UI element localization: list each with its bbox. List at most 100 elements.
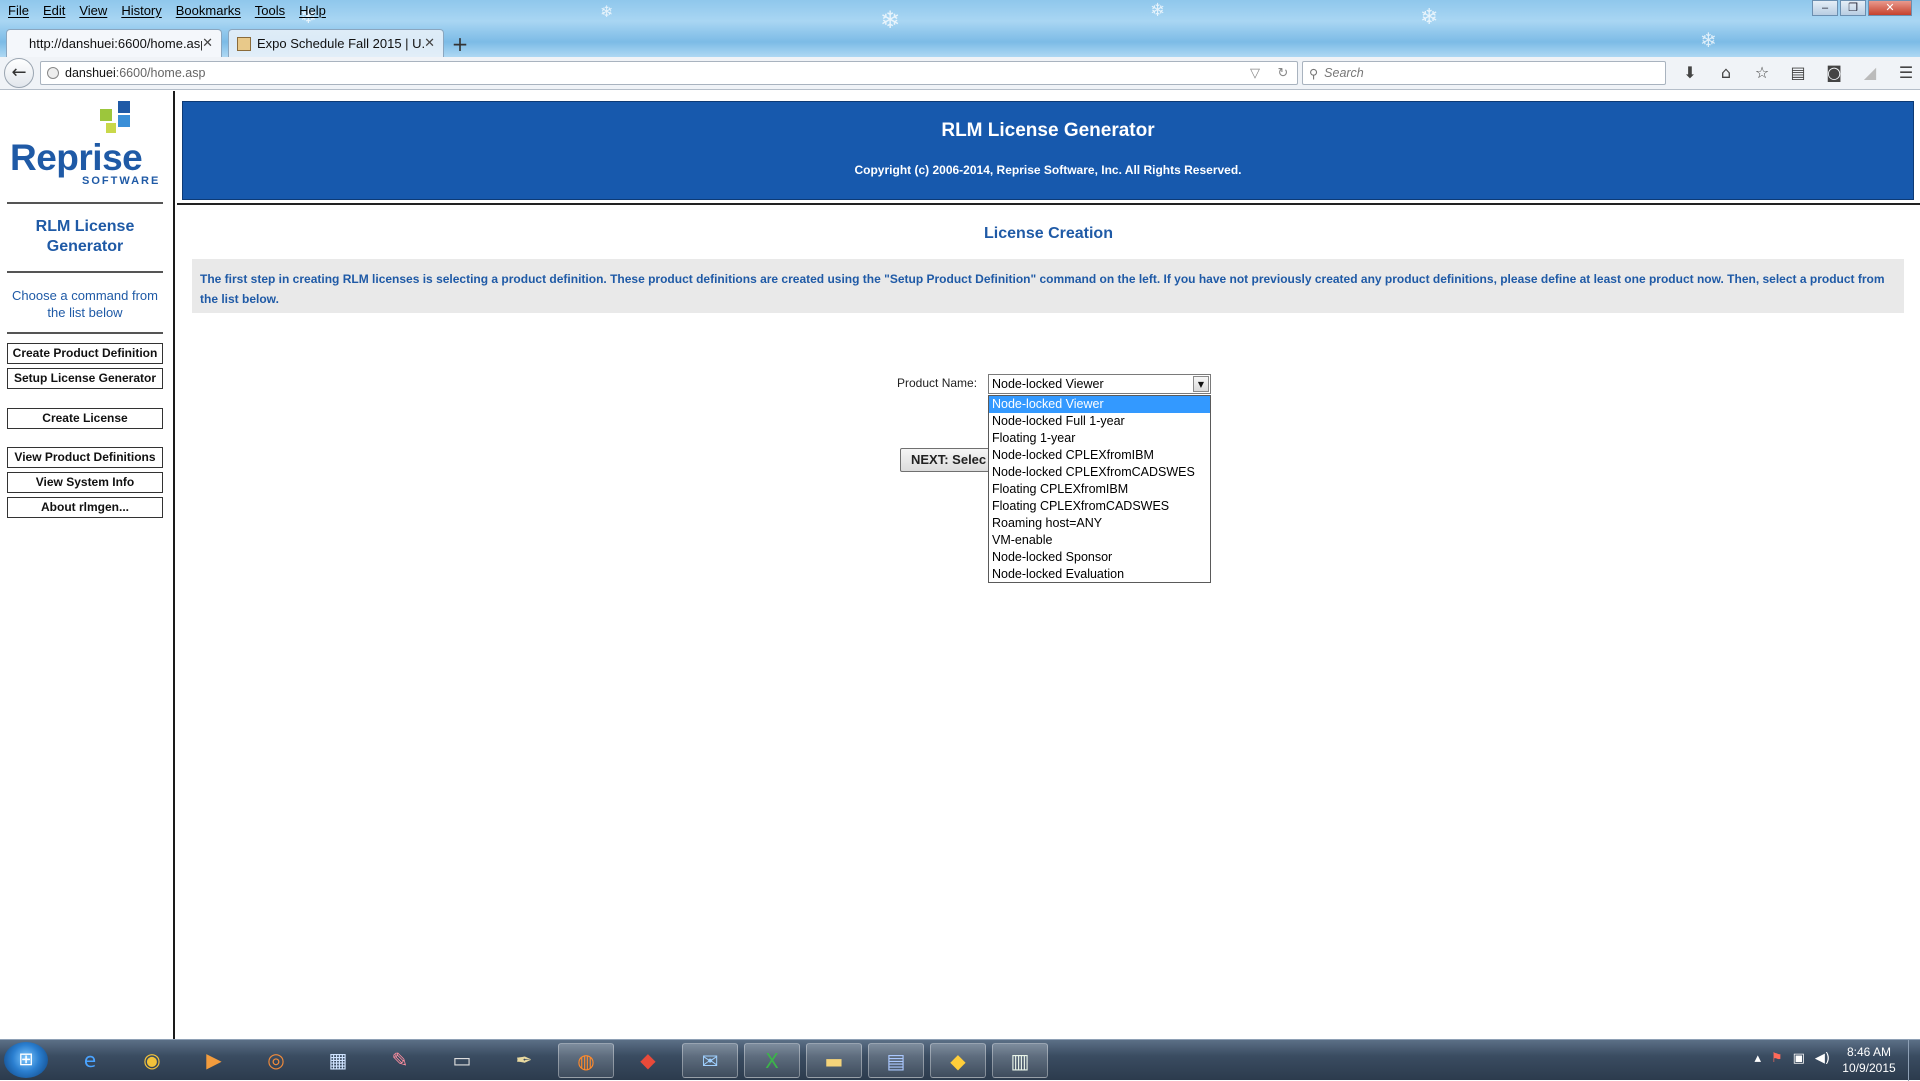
- menu-tools[interactable]: Tools: [255, 3, 285, 18]
- dropdown-option[interactable]: Floating 1-year: [989, 430, 1210, 447]
- home-icon[interactable]: ⌂: [1712, 61, 1740, 85]
- new-tab-button[interactable]: +: [446, 33, 474, 57]
- logo-square: [118, 101, 130, 113]
- dropdown-option[interactable]: Node-locked CPLEXfromIBM: [989, 447, 1210, 464]
- snowflake-decoration: ❄: [1150, 0, 1166, 21]
- product-name-select[interactable]: Node-locked Viewer ▼: [988, 374, 1211, 394]
- menu-file[interactable]: File: [8, 3, 29, 18]
- download-icon[interactable]: ⬇: [1676, 61, 1704, 85]
- minimize-button[interactable]: –: [1812, 0, 1838, 16]
- menu-bookmarks[interactable]: Bookmarks: [176, 3, 241, 18]
- banner-title: RLM License Generator: [941, 120, 1155, 141]
- back-arrow-icon[interactable]: ←: [4, 58, 34, 88]
- cube-app-icon[interactable]: ◆: [930, 1043, 986, 1078]
- internet-explorer-icon[interactable]: e: [62, 1043, 118, 1078]
- product-dropdown-list: Node-locked Viewer Node-locked Full 1-ye…: [988, 395, 1211, 583]
- dropdown-option[interactable]: Floating CPLEXfromCADSWES: [989, 498, 1210, 515]
- maximize-button[interactable]: ❐: [1840, 0, 1866, 16]
- document-viewer-icon[interactable]: ▤: [868, 1043, 924, 1078]
- bookmark-star-icon[interactable]: ☆: [1748, 61, 1776, 85]
- chevron-down-icon[interactable]: ▼: [1193, 376, 1209, 392]
- favicon-icon: [237, 36, 251, 51]
- snowflake-decoration: ❄: [1700, 28, 1717, 52]
- show-desktop-button[interactable]: [1908, 1040, 1920, 1081]
- spreadsheet-app-icon[interactable]: ▥: [992, 1043, 1048, 1078]
- tab-label: Expo Schedule Fall 2015 | U...: [257, 36, 425, 51]
- url-bar[interactable]: danshuei:6600/home.asp ▽ ↻: [40, 61, 1298, 85]
- clock-date: 10/9/2015: [1842, 1061, 1896, 1075]
- action-center-flag-icon[interactable]: ⚑: [1771, 1051, 1783, 1066]
- volume-icon[interactable]: ◀): [1815, 1051, 1830, 1066]
- divider: [7, 332, 163, 334]
- logo-square: [118, 115, 130, 127]
- menu-view[interactable]: View: [79, 3, 107, 18]
- create-product-definition-button[interactable]: Create Product Definition: [7, 343, 163, 364]
- dropdown-option[interactable]: Node-locked Sponsor: [989, 549, 1210, 566]
- sidebar-title: RLM License Generator: [35, 218, 135, 255]
- about-rlmgen-button[interactable]: About rlmgen...: [7, 497, 163, 518]
- system-tray: ▴ ⚑ ▣ ◀): [1754, 1051, 1830, 1066]
- pocket-icon[interactable]: ◙: [1820, 61, 1848, 85]
- media-player-icon[interactable]: ▶: [186, 1043, 242, 1078]
- screenshot-tool-icon[interactable]: ◎: [248, 1043, 304, 1078]
- reprise-logo: Reprise SOFTWARE: [8, 101, 158, 193]
- search-input[interactable]: ⚲ Search: [1302, 61, 1666, 85]
- tab-expo-schedule[interactable]: Expo Schedule Fall 2015 | U... ✕: [228, 29, 444, 57]
- taskbar: ⊞ e ◉ ▶ ◎ ▦ ✎ ▭ ✒ ◍ ◆ ✉ X ▬ ▤ ◆ ▥ ▴ ⚑ ▣ …: [0, 1039, 1920, 1081]
- menu-edit[interactable]: Edit: [43, 3, 65, 18]
- chrome-icon[interactable]: ◉: [124, 1043, 180, 1078]
- close-icon[interactable]: ✕: [424, 36, 435, 51]
- start-button[interactable]: ⊞: [4, 1042, 48, 1078]
- tab-home[interactable]: http://danshuei:6600/home.asp ✕: [6, 29, 222, 57]
- close-window-button[interactable]: ✕: [1868, 0, 1912, 16]
- snowflake-decoration: ❄: [600, 2, 614, 21]
- cube-app-icon[interactable]: ◆: [620, 1043, 676, 1078]
- paint-app-icon[interactable]: ✎: [372, 1043, 428, 1078]
- firefox-icon[interactable]: ◍: [558, 1043, 614, 1078]
- history-dropdown-icon[interactable]: ▽: [1241, 66, 1269, 81]
- search-icon: ⚲: [1309, 65, 1319, 81]
- system-clock[interactable]: 8:46 AM 10/9/2015: [1834, 1044, 1904, 1076]
- dropdown-option[interactable]: Node-locked Viewer: [989, 396, 1210, 413]
- logo-square: [100, 109, 112, 121]
- quill-app-icon[interactable]: ✒: [496, 1043, 552, 1078]
- network-app-icon[interactable]: ▦: [310, 1043, 366, 1078]
- search-placeholder: Search: [1324, 66, 1364, 80]
- reload-icon[interactable]: ↻: [1269, 66, 1297, 81]
- network-icon[interactable]: ▣: [1793, 1051, 1805, 1066]
- close-icon[interactable]: ✕: [202, 36, 213, 51]
- file-explorer-icon[interactable]: ▬: [806, 1043, 862, 1078]
- page-content: Reprise SOFTWARE RLM License Generator C…: [0, 91, 1920, 1039]
- logo-wordmark: Reprise: [10, 137, 143, 178]
- setup-license-generator-button[interactable]: Setup License Generator: [7, 368, 163, 389]
- menu-history[interactable]: History: [121, 3, 161, 18]
- command-prompt-icon[interactable]: ▭: [434, 1043, 490, 1078]
- view-product-definitions-button[interactable]: View Product Definitions: [7, 447, 163, 468]
- logo-subtitle: SOFTWARE: [82, 175, 161, 187]
- dropdown-option[interactable]: VM-enable: [989, 532, 1210, 549]
- selected-product: Node-locked Viewer: [992, 377, 1104, 391]
- create-license-button[interactable]: Create License: [7, 408, 163, 429]
- intro-text: The first step in creating RLM licenses …: [192, 259, 1904, 313]
- browser-titlebar: ❄ ❄ ❄ ❄ ❄ ❄ File Edit View History Bookm…: [0, 0, 1920, 60]
- share-icon[interactable]: ◢: [1856, 61, 1884, 85]
- excel-icon[interactable]: X: [744, 1043, 800, 1078]
- copyright-text: Copyright (c) 2006-2014, Reprise Softwar…: [854, 163, 1242, 177]
- snowflake-decoration: ❄: [880, 6, 901, 34]
- dropdown-option[interactable]: Node-locked Full 1-year: [989, 413, 1210, 430]
- snowflake-decoration: ❄: [1420, 5, 1439, 30]
- tab-strip: http://danshuei:6600/home.asp ✕ Expo Sch…: [0, 26, 474, 57]
- show-hidden-icons-icon[interactable]: ▴: [1754, 1051, 1761, 1066]
- thunderbird-icon[interactable]: ✉: [682, 1043, 738, 1078]
- dropdown-option[interactable]: Roaming host=ANY: [989, 515, 1210, 532]
- reading-list-icon[interactable]: ▤: [1784, 61, 1812, 85]
- dropdown-option[interactable]: Floating CPLEXfromIBM: [989, 481, 1210, 498]
- site-info-icon[interactable]: [47, 67, 59, 79]
- hamburger-menu-icon[interactable]: ☰: [1892, 61, 1920, 85]
- page-title: License Creation: [984, 225, 1113, 242]
- dropdown-option[interactable]: Node-locked Evaluation: [989, 566, 1210, 583]
- url-text[interactable]: danshuei:6600/home.asp: [65, 66, 1241, 80]
- dropdown-option[interactable]: Node-locked CPLEXfromCADSWES: [989, 464, 1210, 481]
- menu-help[interactable]: Help: [299, 3, 326, 18]
- view-system-info-button[interactable]: View System Info: [7, 472, 163, 493]
